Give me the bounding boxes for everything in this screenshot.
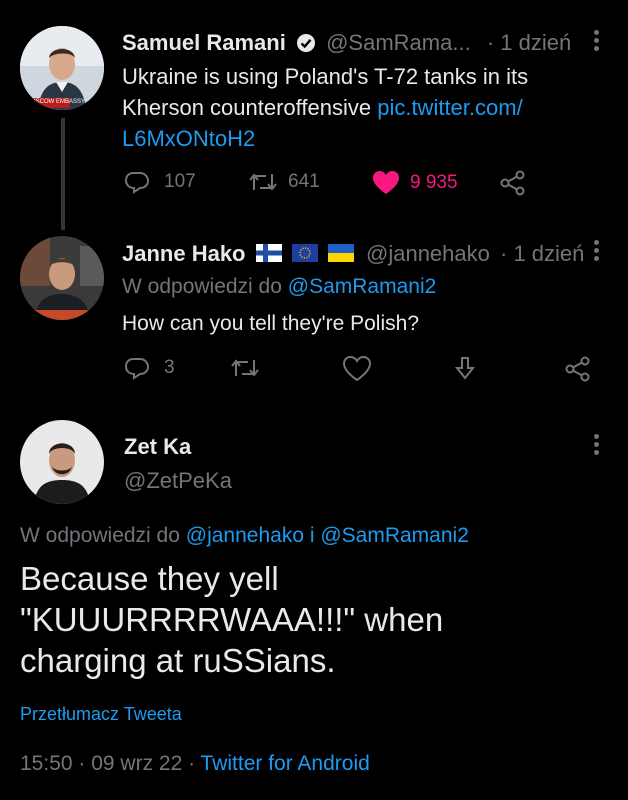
reply-button[interactable]: 3 <box>124 356 175 380</box>
retweet-icon <box>249 173 277 191</box>
share-button[interactable] <box>500 170 526 196</box>
retweet-button[interactable]: 641 <box>248 170 320 194</box>
client-link[interactable]: Twitter for Android <box>201 752 370 775</box>
tweet-samuel-ramani[interactable]: MOSCOW EMBASSY Samuel Ramani @SamRama...… <box>0 0 628 220</box>
avatar-image <box>20 236 104 320</box>
media-link[interactable]: pic.twitter.com/ <box>377 95 522 120</box>
tweet-datetime: 15:50 · 09 wrz 22 · <box>20 752 201 775</box>
tweet-text-line: charging at ruSSians. <box>20 642 336 679</box>
tweet-header: Janne Hako @jannehako · 1 dzień <box>122 241 584 268</box>
reply-icon <box>124 358 150 380</box>
reply-context: W odpowiedzi do @jannehako i @SamRamani2 <box>20 524 469 548</box>
avatar-image <box>20 420 104 504</box>
tweet-meta: 15:50 · 09 wrz 22 · Twitter for Android <box>20 752 370 776</box>
handle[interactable]: @SamRama... <box>326 30 471 55</box>
timestamp[interactable]: · 1 dzień <box>487 30 571 55</box>
media-link-id[interactable]: L6MxONtoH2 <box>122 126 255 151</box>
share-icon <box>500 170 525 196</box>
verified-badge-icon <box>296 33 316 59</box>
handle[interactable]: @jannehako <box>366 241 490 266</box>
reply-to-mention[interactable]: @SamRamani2 <box>288 275 437 298</box>
reply-count: 3 <box>164 357 175 378</box>
tweet-text-line: Because they yell <box>20 560 279 597</box>
like-button[interactable] <box>343 356 371 382</box>
reply-to-mentions[interactable]: @jannehako i @SamRamani2 <box>186 524 469 547</box>
translate-tweet-link[interactable]: Przetłumacz Tweeta <box>20 704 182 725</box>
ukraine-flag-icon <box>327 242 354 268</box>
reply-context: W odpowiedzi do @SamRamani2 <box>122 275 436 299</box>
avatar-caption: MOSCOW EMBASSY <box>26 99 86 105</box>
tweet-text-line: "KUUURRRRWAAA!!!" when <box>20 601 444 638</box>
retweet-icon <box>231 359 259 377</box>
avatar-image <box>20 26 104 110</box>
avatar[interactable]: MOSCOW EMBASSY <box>20 26 104 110</box>
more-options-icon[interactable] <box>594 30 600 54</box>
tweet-janne-hako[interactable]: Janne Hako @jannehako · 1 dzień W odpowi… <box>0 220 628 410</box>
like-button[interactable]: 9 935 <box>372 170 458 196</box>
tweet-text: How can you tell they're Polish? <box>122 312 419 335</box>
more-options-icon[interactable] <box>594 240 600 264</box>
reply-count: 107 <box>164 171 196 192</box>
share-icon <box>565 356 590 382</box>
tweet-zet-ka[interactable]: Zet Ka @ZetPeKa W odpowiedzi do @janneha… <box>0 410 628 800</box>
handle[interactable]: @ZetPeKa <box>124 468 232 494</box>
tweet-text: Ukraine is using Poland's T-72 tanks in … <box>122 61 592 154</box>
tweet-header: Samuel Ramani @SamRama... · 1 dzień <box>122 30 571 59</box>
reply-button[interactable]: 107 <box>124 170 196 194</box>
more-options-icon[interactable] <box>594 434 600 458</box>
like-count: 9 935 <box>410 172 458 193</box>
display-name[interactable]: Zet Ka <box>124 434 191 460</box>
eu-flag-icon <box>291 242 318 268</box>
reply-icon <box>124 172 150 194</box>
reply-prefix: W odpowiedzi do <box>122 275 288 298</box>
share-button[interactable] <box>565 356 591 382</box>
download-button[interactable] <box>452 356 478 382</box>
download-icon <box>454 357 476 380</box>
timestamp[interactable]: · 1 dzień <box>500 241 584 266</box>
tweet-text: Because they yell "KUUURRRRWAAA!!!" when… <box>20 558 610 681</box>
finland-flag-icon <box>255 242 282 268</box>
reply-prefix: W odpowiedzi do <box>20 524 186 547</box>
avatar[interactable] <box>20 420 104 504</box>
display-name[interactable]: Janne Hako <box>122 241 246 266</box>
heart-filled-icon <box>373 171 399 194</box>
display-name[interactable]: Samuel Ramani <box>122 30 286 55</box>
retweet-count: 641 <box>288 171 320 192</box>
retweet-button[interactable] <box>230 356 260 380</box>
avatar[interactable] <box>20 236 104 320</box>
heart-outline-icon <box>343 356 371 382</box>
